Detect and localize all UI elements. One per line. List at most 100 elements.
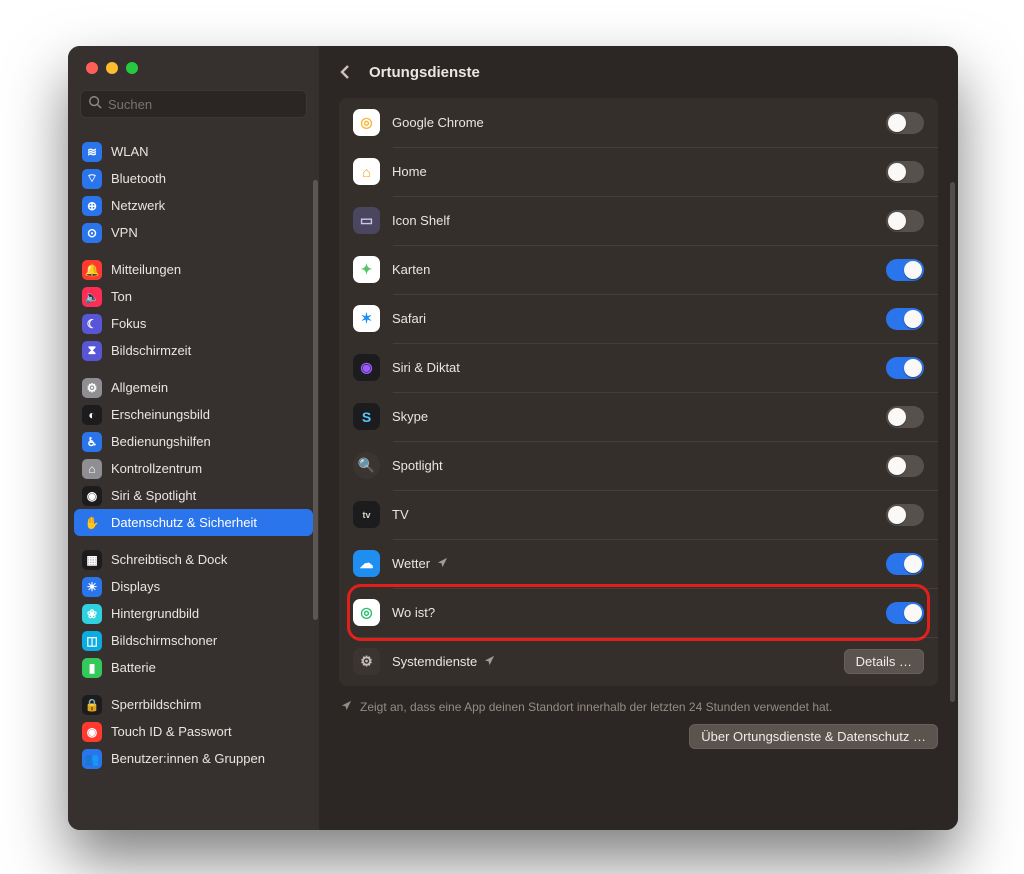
app-row: ✦Karten — [339, 245, 938, 294]
sidebar-item-label: Kontrollzentrum — [111, 461, 202, 476]
app-icon: tv — [353, 501, 380, 528]
sidebar-item[interactable]: ▮ Batterie — [74, 654, 313, 681]
zoom-window-button[interactable] — [126, 62, 138, 74]
app-icon: ☁ — [353, 550, 380, 577]
footer-note: Zeigt an, dass eine App deinen Standort … — [339, 696, 938, 724]
sidebar-item[interactable]: ♿︎ Bedienungshilfen — [74, 428, 313, 455]
sidebar-item-label: WLAN — [111, 144, 149, 159]
search-input[interactable] — [108, 97, 299, 112]
app-icon: ◎ — [353, 599, 380, 626]
sidebar-item-label: Siri & Spotlight — [111, 488, 196, 503]
sidebar-item-label: Netzwerk — [111, 198, 165, 213]
window-controls — [68, 46, 319, 90]
location-toggle[interactable] — [886, 357, 924, 379]
location-toggle[interactable] — [886, 161, 924, 183]
sidebar-item[interactable]: ⚙ Allgemein — [74, 374, 313, 401]
sidebar-item[interactable]: ▦Schreibtisch & Dock — [74, 546, 313, 573]
sidebar-item-label: Hintergrundbild — [111, 606, 199, 621]
sidebar-item-icon: 🔔 — [82, 260, 102, 280]
search-field[interactable] — [80, 90, 307, 118]
sidebar-item-label: Benutzer:innen & Gruppen — [111, 751, 265, 766]
sidebar-item-icon: ◉ — [82, 722, 102, 742]
sidebar-item-label: Bedienungshilfen — [111, 434, 211, 449]
sidebar-item[interactable]: ◐ Erscheinungsbild — [74, 401, 313, 428]
sidebar-item[interactable]: ⊕ Netzwerk — [74, 192, 313, 219]
app-row: ☁ Wetter — [339, 539, 938, 588]
sidebar-list: ≋ WLAN ⌔Bluetooth ⊕ Netzwerk ⊙VPN 🔔 Mitteilunge… — [68, 126, 319, 830]
sidebar-item[interactable]: ⌔Bluetooth — [74, 165, 313, 192]
app-row: ⚙SystemdiensteDetails … — [339, 637, 938, 686]
sidebar-item[interactable]: ◉ Touch ID & Passwort — [74, 718, 313, 745]
sidebar-item-label: Allgemein — [111, 380, 168, 395]
sidebar-scrollbar[interactable] — [313, 180, 318, 620]
location-toggle[interactable] — [886, 112, 924, 134]
sidebar-item[interactable]: 👥Benutzer:innen & Gruppen — [74, 745, 313, 772]
sidebar-item[interactable]: 🔈Ton — [74, 283, 313, 310]
location-toggle[interactable] — [886, 455, 924, 477]
back-button[interactable] — [335, 61, 357, 83]
sidebar-item-label: Bluetooth — [111, 171, 166, 186]
page-title: Ortungsdienste — [369, 64, 480, 81]
sidebar-item-label: Batterie — [111, 660, 156, 675]
sidebar-item-label: Touch ID & Passwort — [111, 724, 232, 739]
location-toggle[interactable] — [886, 308, 924, 330]
app-row: ◉Siri & Diktat — [339, 343, 938, 392]
sidebar-item-label: Erscheinungsbild — [111, 407, 210, 422]
about-location-privacy-button[interactable]: Über Ortungsdienste & Datenschutz … — [689, 724, 938, 749]
details-button[interactable]: Details … — [844, 649, 924, 674]
app-icon: ✶ — [353, 305, 380, 332]
main-header: Ortungsdienste — [319, 46, 958, 98]
close-window-button[interactable] — [86, 62, 98, 74]
sidebar-item[interactable]: ☾Fokus — [74, 310, 313, 337]
sidebar-item[interactable]: 🔒Sperrbildschirm — [74, 691, 313, 718]
sidebar-item-icon: ♿︎ — [82, 432, 102, 452]
app-label: Wetter — [392, 556, 886, 571]
location-arrow-icon — [341, 700, 352, 714]
sidebar-item-icon: ☾ — [82, 314, 102, 334]
sidebar-item[interactable]: ☀Displays — [74, 573, 313, 600]
app-icon: 🔍 — [353, 452, 380, 479]
location-apps-panel: ◎Google Chrome⌂Home▭Icon Shelf✦Karten✶Sa… — [339, 98, 938, 686]
sidebar-item[interactable]: ≋ WLAN — [74, 138, 313, 165]
sidebar-item-label: Schreibtisch & Dock — [111, 552, 227, 567]
sidebar-item-icon: ▮ — [82, 658, 102, 678]
sidebar-item-icon: ≋ — [82, 142, 102, 162]
app-label: Home — [392, 164, 886, 179]
app-icon: ⌂ — [353, 158, 380, 185]
sidebar-item-icon: ⊕ — [82, 196, 102, 216]
sidebar-item-label: Ton — [111, 289, 132, 304]
app-icon: S — [353, 403, 380, 430]
app-icon: ▭ — [353, 207, 380, 234]
content-scrollbar[interactable] — [950, 182, 955, 702]
sidebar-item[interactable]: ⧗Bildschirmzeit — [74, 337, 313, 364]
app-row: ◎Wo ist? — [339, 588, 938, 637]
app-icon: ◉ — [353, 354, 380, 381]
sidebar-item-label: VPN — [111, 225, 138, 240]
location-toggle[interactable] — [886, 602, 924, 624]
location-toggle[interactable] — [886, 553, 924, 575]
sidebar-item[interactable]: ⊙VPN — [74, 219, 313, 246]
sidebar-item-label: Mitteilungen — [111, 262, 181, 277]
app-icon: ◎ — [353, 109, 380, 136]
sidebar-item-icon: ⚙ — [82, 378, 102, 398]
app-label: Icon Shelf — [392, 213, 886, 228]
sidebar-item[interactable]: 🔔 Mitteilungen — [74, 256, 313, 283]
sidebar-item-label: Datenschutz & Sicherheit — [111, 515, 257, 530]
sidebar-item[interactable]: ❀Hintergrundbild — [74, 600, 313, 627]
sidebar-item[interactable]: ✋Datenschutz & Sicherheit — [74, 509, 313, 536]
location-toggle[interactable] — [886, 504, 924, 526]
sidebar-item[interactable]: ◫Bildschirmschoner — [74, 627, 313, 654]
location-toggle[interactable] — [886, 210, 924, 232]
sidebar-item[interactable]: ◉ Siri & Spotlight — [74, 482, 313, 509]
sidebar-item-icon: ◉ — [82, 486, 102, 506]
sidebar-item-icon: 🔒 — [82, 695, 102, 715]
content-area: ◎Google Chrome⌂Home▭Icon Shelf✦Karten✶Sa… — [319, 98, 958, 830]
sidebar-item[interactable]: ⌂ Kontrollzentrum — [74, 455, 313, 482]
app-label: Google Chrome — [392, 115, 886, 130]
sidebar-item-icon: ◐ — [82, 405, 102, 425]
location-toggle[interactable] — [886, 259, 924, 281]
minimize-window-button[interactable] — [106, 62, 118, 74]
sidebar-item-label: Displays — [111, 579, 160, 594]
sidebar-item-icon: ⌂ — [82, 459, 102, 479]
location-toggle[interactable] — [886, 406, 924, 428]
